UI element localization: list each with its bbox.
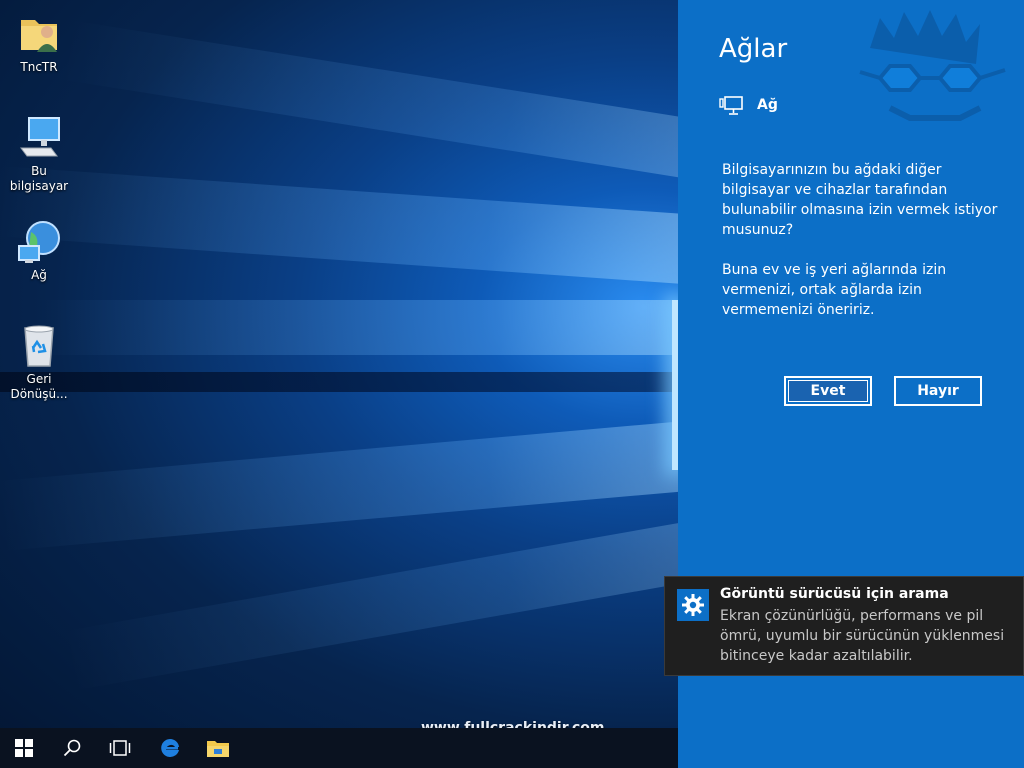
file-explorer-button[interactable] [194,728,242,768]
edge-browser-button[interactable] [146,728,194,768]
network-globe-icon [15,218,63,266]
desktop-icon-this-pc[interactable]: Bu bilgisayar [1,114,77,194]
desktop-icon-recycle-bin[interactable]: Geri Dönüşü... [1,322,77,402]
notification-toast[interactable]: Görüntü sürücüsü için arama Ekran çözünü… [664,576,1024,676]
computer-icon [15,114,63,162]
toast-body: Ekran çözünürlüğü, performans ve pil ömr… [720,608,1005,664]
task-view-button[interactable] [96,728,144,768]
search-button[interactable] [48,728,96,768]
discovery-advice: Buna ev ve iş yeri ağlarında izin vermen… [722,262,947,318]
desktop-icon-user-folder[interactable]: TncTR [1,10,77,75]
network-entry: Ağ [719,94,778,116]
search-icon [63,739,81,757]
ethernet-network-icon [719,96,743,115]
desktop-wallpaper: TncTR Bu bilgisayar Ağ Geri Dönüşü... [0,0,678,768]
desktop-icon-label: Geri Dönüşü... [10,372,68,401]
network-name: Ağ [757,97,778,113]
desktop-icon-label: Bu bilgisayar [9,164,69,193]
desktop-icon-network[interactable]: Ağ [1,218,77,283]
start-button[interactable] [0,728,48,768]
desktop-icon-label: Ağ [31,268,47,282]
file-explorer-icon [207,741,229,757]
mascot-logo-icon [859,10,1006,121]
yes-button[interactable]: Evet [784,376,872,406]
gear-icon [677,589,709,621]
task-view-icon [109,740,131,756]
edge-browser-icon [161,738,179,757]
start-windows-icon [15,739,33,757]
toast-title: Görüntü sürücüsü için arama [720,586,949,602]
user-folder-icon [15,10,63,58]
panel-title: Ağlar [719,34,788,64]
no-button[interactable]: Hayır [894,376,982,406]
desktop-icon-label: TncTR [20,60,58,74]
discovery-question: Bilgisayarınızın bu ağdaki diğer bilgisa… [722,162,998,238]
recycle-bin-icon [15,322,63,370]
taskbar [0,728,678,768]
